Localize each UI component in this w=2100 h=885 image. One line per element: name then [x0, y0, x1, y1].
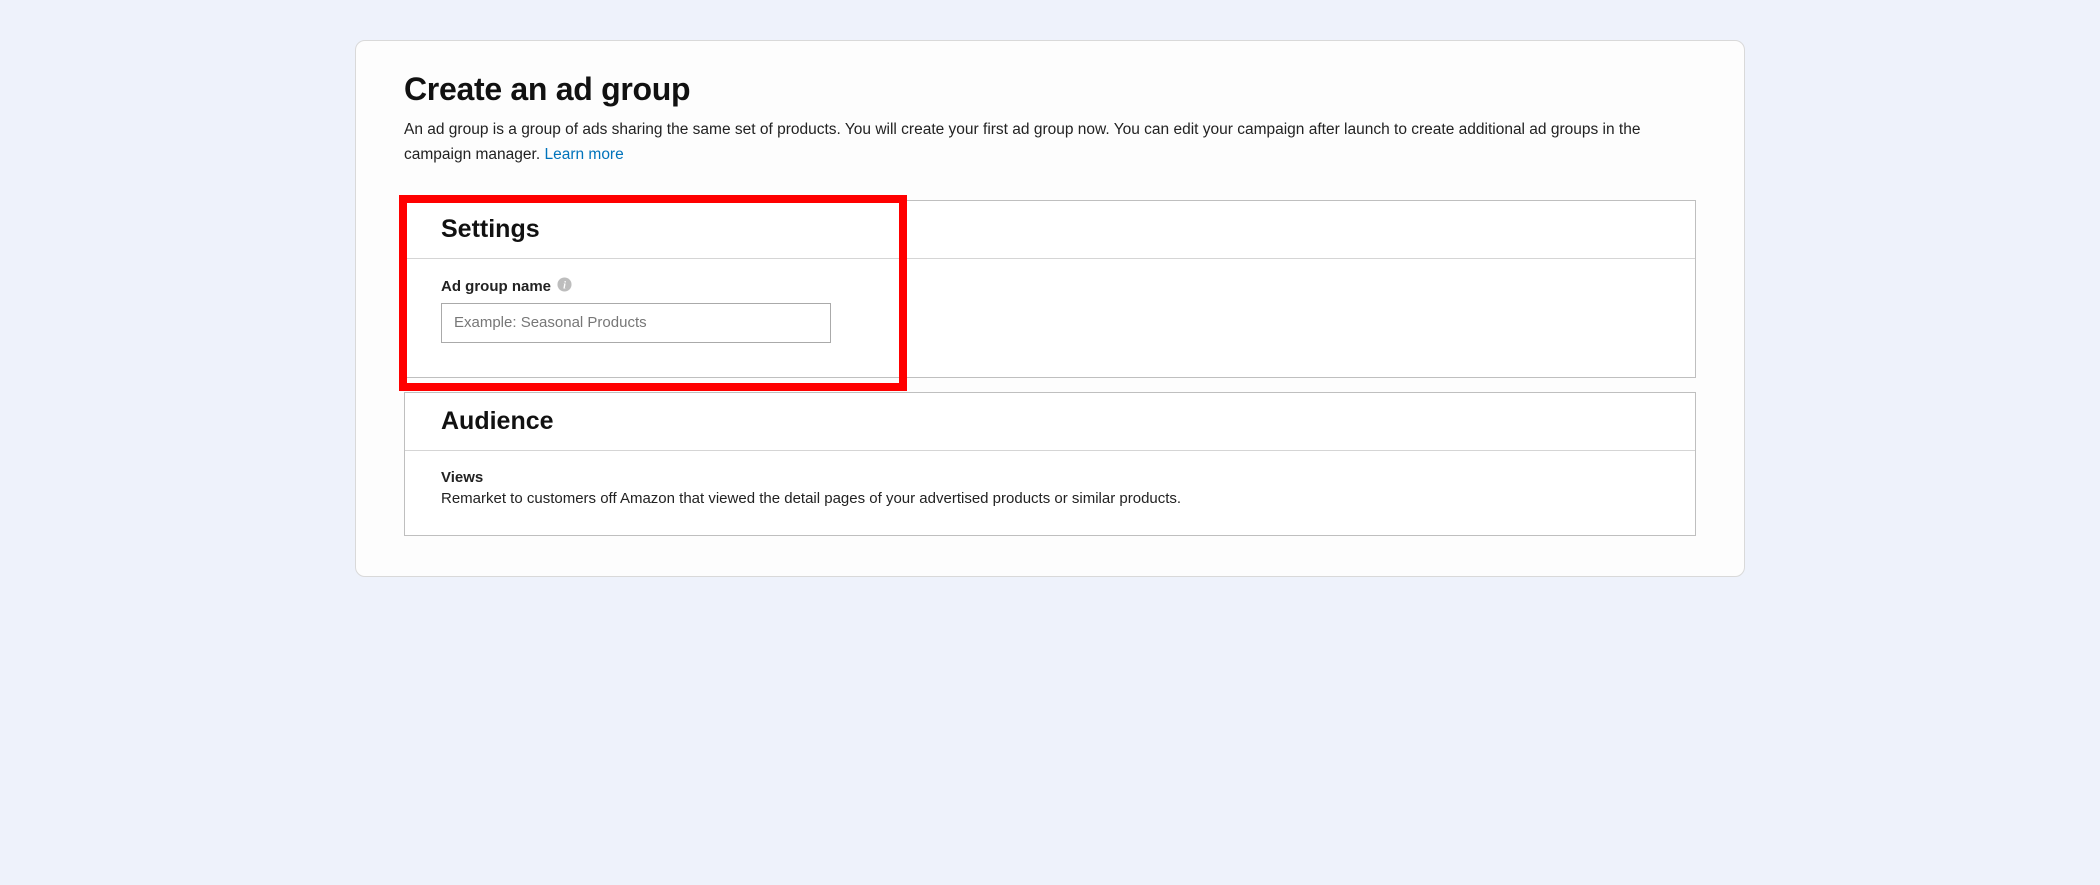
info-icon[interactable]: i: [557, 277, 572, 292]
audience-panel-body: Views Remarket to customers off Amazon t…: [405, 451, 1695, 535]
page-header: Create an ad group An ad group is a grou…: [356, 71, 1744, 186]
learn-more-link[interactable]: Learn more: [544, 146, 623, 163]
views-label: Views: [441, 469, 1659, 486]
settings-panel-title: Settings: [441, 215, 1659, 244]
create-ad-group-page: Create an ad group An ad group is a grou…: [355, 40, 1745, 577]
views-description: Remarket to customers off Amazon that vi…: [441, 490, 1659, 507]
ad-group-name-label: Ad group name i: [441, 277, 572, 295]
ad-group-name-label-text: Ad group name: [441, 278, 551, 295]
settings-panel: Settings Ad group name i: [404, 200, 1696, 378]
audience-panel: Audience Views Remarket to customers off…: [404, 392, 1696, 536]
page-description: An ad group is a group of ads sharing th…: [404, 118, 1696, 168]
page-title: Create an ad group: [404, 71, 1696, 108]
svg-text:i: i: [563, 280, 566, 291]
settings-panel-header: Settings: [405, 201, 1695, 259]
ad-group-name-field: Ad group name i: [441, 277, 1659, 343]
settings-panel-body: Ad group name i: [405, 259, 1695, 377]
audience-panel-header: Audience: [405, 393, 1695, 451]
audience-panel-title: Audience: [441, 407, 1659, 436]
ad-group-name-input[interactable]: [441, 303, 831, 343]
